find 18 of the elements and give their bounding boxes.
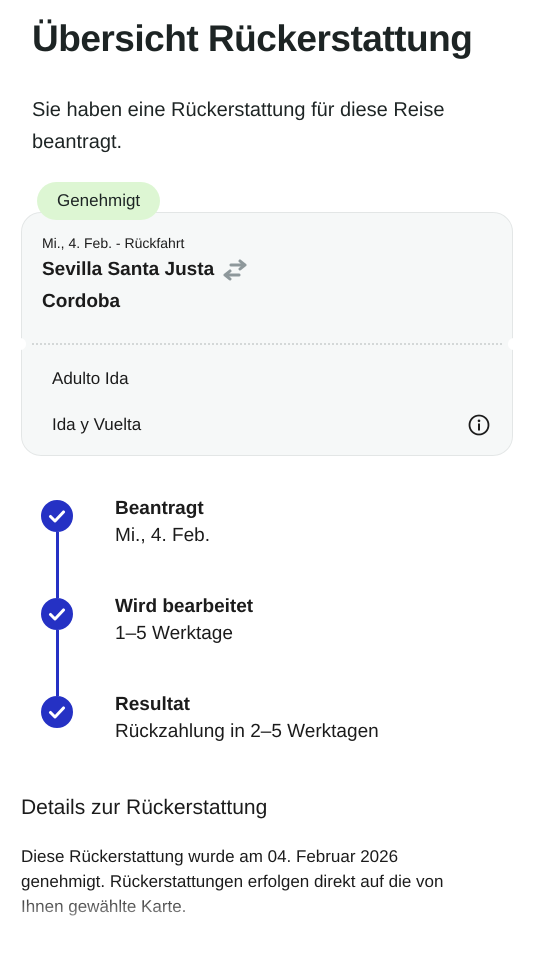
swap-arrows-icon bbox=[222, 259, 248, 281]
status-badge: Genehmigt bbox=[37, 182, 160, 220]
step-title: Beantragt bbox=[115, 497, 205, 521]
step-detail: Mi., 4. Feb. bbox=[115, 524, 210, 548]
info-icon[interactable] bbox=[468, 414, 490, 436]
fare-label: Ida y Vuelta bbox=[52, 415, 142, 435]
intro-text: Sie haben eine Rückerstattung für diese Reise beantragt. bbox=[32, 98, 446, 155]
step-title: Resultat bbox=[115, 693, 191, 717]
fare-label: Adulto Ida bbox=[52, 369, 129, 389]
trip-date: Mi., 4. Feb. - Rückfahrt bbox=[42, 235, 186, 251]
step-detail: 1–5 Werktage bbox=[115, 622, 234, 646]
page-title: Übersicht Rückerstattung bbox=[32, 18, 474, 60]
origin-station: Sevilla Santa Justa bbox=[42, 259, 214, 281]
details-text: Diese Rückerstattung wurde am 04. Februar 2026 genehmigt. Rückerstattungen erfolgen direkt auf die von Ihnen gewählte Karte. bbox=[21, 846, 444, 918]
section-heading: Details zur Rückerstattung bbox=[21, 796, 268, 820]
step-title: Wird bearbeitet bbox=[115, 595, 254, 619]
step-detail: Rückzahlung in 2–5 Werktagen bbox=[115, 720, 379, 744]
destination-station: Cordoba bbox=[42, 291, 122, 313]
